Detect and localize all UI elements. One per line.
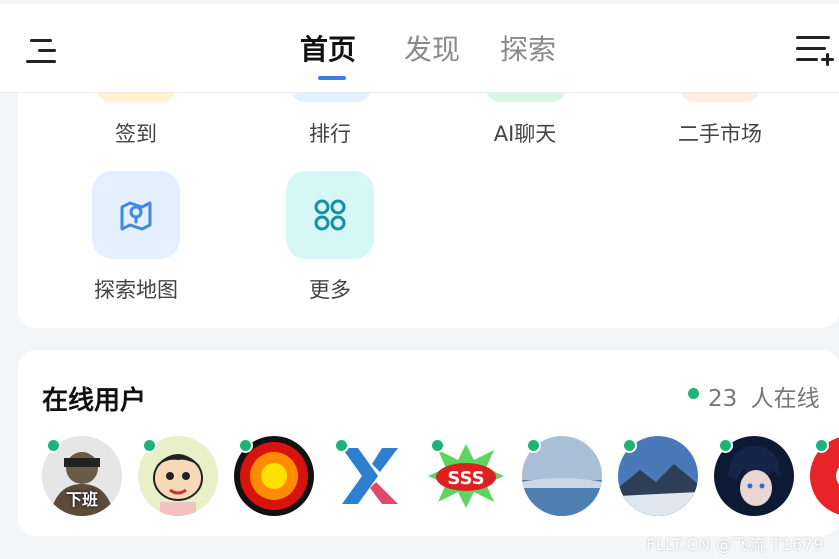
tab-home[interactable]: 首页 — [300, 30, 356, 70]
explore-map-button[interactable] — [92, 171, 180, 259]
avatar-status-dot — [814, 438, 829, 453]
avatar-status-dot — [142, 438, 157, 453]
online-count-suffix: 人在线 — [750, 386, 820, 412]
active-tab-indicator — [318, 76, 346, 80]
online-users-title: 在线用户 — [42, 386, 147, 416]
online-count-number: 23 — [708, 386, 738, 412]
shortcut-label-ranking[interactable]: 排行 — [250, 118, 410, 148]
shortcuts-card: 签到 排行 AI聊天 二手市场 探索地图 更多 — [18, 60, 839, 328]
svg-text:SSS: SSS — [447, 468, 484, 489]
online-status-dot — [688, 388, 699, 399]
avatar-status-dot — [526, 438, 541, 453]
top-header: 首页 发现 探索 — [0, 4, 839, 93]
map-icon — [120, 201, 152, 231]
add-list-icon[interactable] — [794, 34, 834, 68]
more-grid-icon — [314, 199, 346, 231]
avatar-status-dot — [46, 438, 61, 453]
shortcut-label-market[interactable]: 二手市场 — [640, 118, 800, 148]
shortcut-label-more[interactable]: 更多 — [250, 274, 410, 304]
shortcut-label-explore-map[interactable]: 探索地图 — [56, 274, 216, 304]
avatar-status-dot — [334, 438, 349, 453]
shortcut-label-ai-chat[interactable]: AI聊天 — [445, 118, 605, 148]
avatar-status-dot — [238, 438, 253, 453]
watermark-text: FLLT.CN @飞流 T1679 — [646, 535, 825, 554]
tab-explore[interactable]: 探索 — [500, 30, 556, 70]
menu-icon[interactable] — [26, 37, 58, 65]
tab-discover[interactable]: 发现 — [404, 30, 460, 70]
online-users-card: 在线用户 23 人在线 下班 SSS — [18, 350, 839, 536]
shortcut-label-sign-in[interactable]: 签到 — [56, 118, 216, 148]
avatar-status-dot — [430, 438, 445, 453]
online-count[interactable]: 23 人在线 — [708, 379, 820, 413]
avatar-status-dot — [718, 438, 733, 453]
avatar-caption: 下班 — [65, 490, 98, 509]
more-button[interactable] — [286, 171, 374, 259]
avatar-status-dot — [622, 438, 637, 453]
